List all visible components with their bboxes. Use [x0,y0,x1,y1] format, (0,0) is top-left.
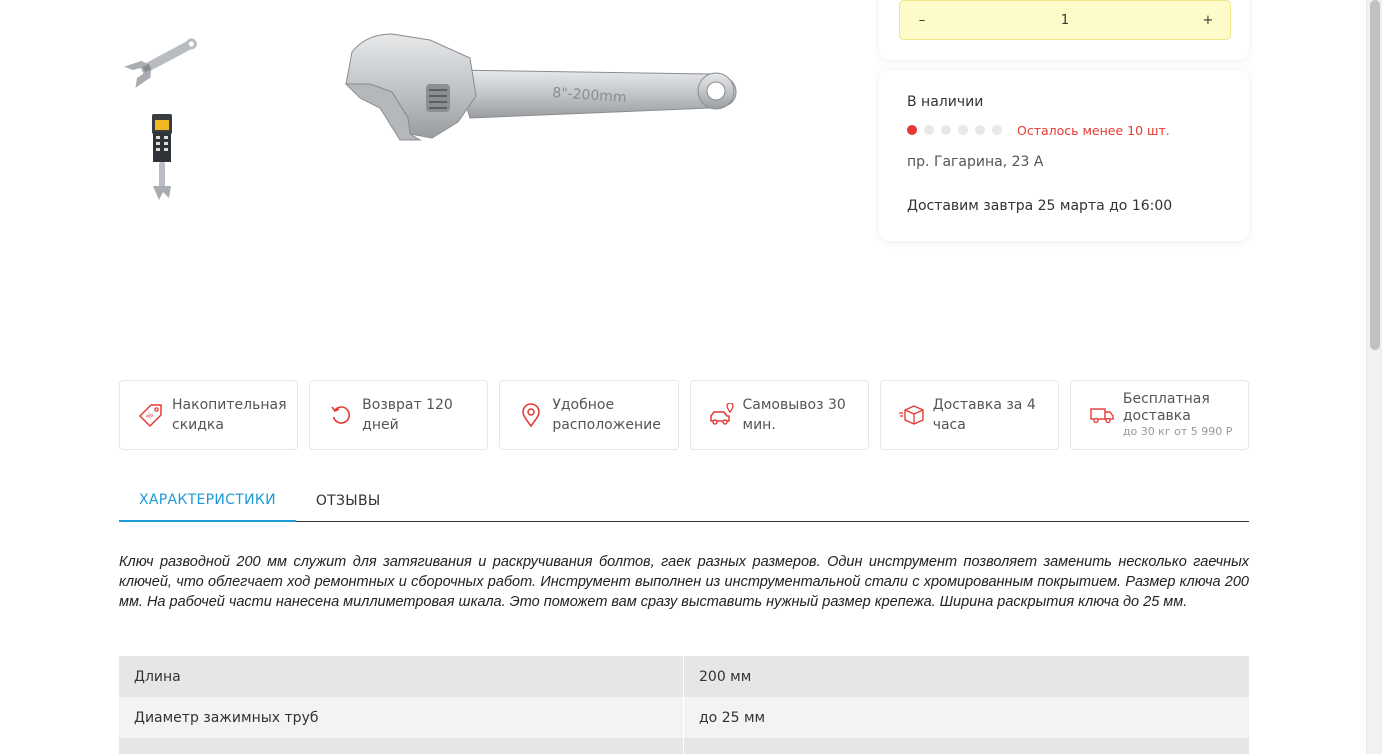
feature-text: Бесплатная доставка до 30 кг от 5 990 Р [1123,391,1242,439]
tab-reviews[interactable]: ОТЗЫВЫ [296,480,401,522]
feature-free-delivery[interactable]: Бесплатная доставка до 30 кг от 5 990 Р [1069,380,1250,450]
increment-button[interactable]: + [1200,13,1216,28]
stock-warning: Осталось менее 10 шт. [1017,122,1170,138]
car-pickup-icon [709,402,735,428]
table-row: Длина 200 мм [119,656,1249,697]
store-address[interactable]: пр. Гагарина, 23 А [907,154,1221,170]
feature-location[interactable]: Удобное расположение [499,380,679,450]
spec-name [119,738,684,754]
stock-status: В наличии [907,94,984,110]
feature-return[interactable]: Возврат 120 дней [309,380,489,450]
truck-icon [1089,402,1115,428]
specs-table: Длина 200 мм Диаметр зажимных труб до 25… [119,656,1249,754]
feature-pickup[interactable]: Самовывоз 30 мин. [689,380,869,450]
quantity-stepper[interactable]: – 1 + [899,0,1231,40]
stock-level-dot [992,125,1002,135]
product-page: 8"-200mm – 1 + В наличии Осталось менее … [0,0,1382,754]
stock-level-dot [958,125,968,135]
return-icon [328,402,354,428]
thumbnail-wrench[interactable] [119,20,205,98]
adjustable-wrench-image: 8"-200mm [344,33,737,141]
spec-value: до 25 мм [699,709,766,726]
scrollbar-thumb[interactable] [1370,0,1380,350]
feature-delivery[interactable]: Доставка за 4 часа [879,380,1059,450]
product-description: Ключ разводной 200 мм служит для затягив… [119,554,1249,610]
feature-label: Бесплатная доставка [1122,391,1210,424]
wrench-thumbnail-image [124,38,197,88]
wrench-package-thumbnail-image [152,114,172,200]
stock-level-dot [907,125,917,135]
thumbnail-wrench-package[interactable] [119,112,205,202]
stock-card: В наличии Осталось менее 10 шт. пр. Гага… [879,70,1249,241]
page-scrollbar[interactable] [1366,0,1382,754]
spec-value [684,738,1249,754]
quantity-card: – 1 + [879,0,1249,60]
stock-level-dot [924,125,934,135]
table-row [119,738,1249,754]
feature-label: Удобное расположение [552,397,661,433]
feature-label: Возврат 120 дней [362,397,453,433]
spec-name: Диаметр зажимных труб [119,697,684,738]
feature-label: Доставка за 4 часа [932,397,1036,433]
feature-label: Самовывоз 30 мин. [742,397,846,433]
location-pin-icon [518,402,544,428]
stock-level: Осталось менее 10 шт. [907,122,1221,138]
delivery-estimate: Доставим завтра 25 марта до 16:00 [907,198,1173,214]
table-row: Диаметр зажимных труб до 25 мм [119,697,1249,738]
stock-level-dot [941,125,951,135]
stock-level-dot [975,125,985,135]
spec-name: Длина [119,656,684,697]
feature-discount[interactable]: % Накопительная скидка [119,380,299,450]
features-strip: % Накопительная скидка Возврат 120 дней … [119,380,1250,450]
tab-specifications[interactable]: ХАРАКТЕРИСТИКИ [119,480,296,522]
quantity-value[interactable]: 1 [1061,13,1069,28]
decrement-button[interactable]: – [914,13,930,28]
box-delivery-icon [898,402,925,428]
feature-label: Накопительная скидка [172,397,287,433]
discount-tag-icon: % [138,402,164,428]
product-main-image[interactable]: 8"-200mm [280,0,800,350]
svg-text:%: % [145,411,156,422]
spec-value: 200 мм [699,668,752,685]
product-tabs: ХАРАКТЕРИСТИКИ ОТЗЫВЫ [119,480,1249,522]
feature-sublabel: до 30 кг от 5 990 Р [1122,425,1233,438]
